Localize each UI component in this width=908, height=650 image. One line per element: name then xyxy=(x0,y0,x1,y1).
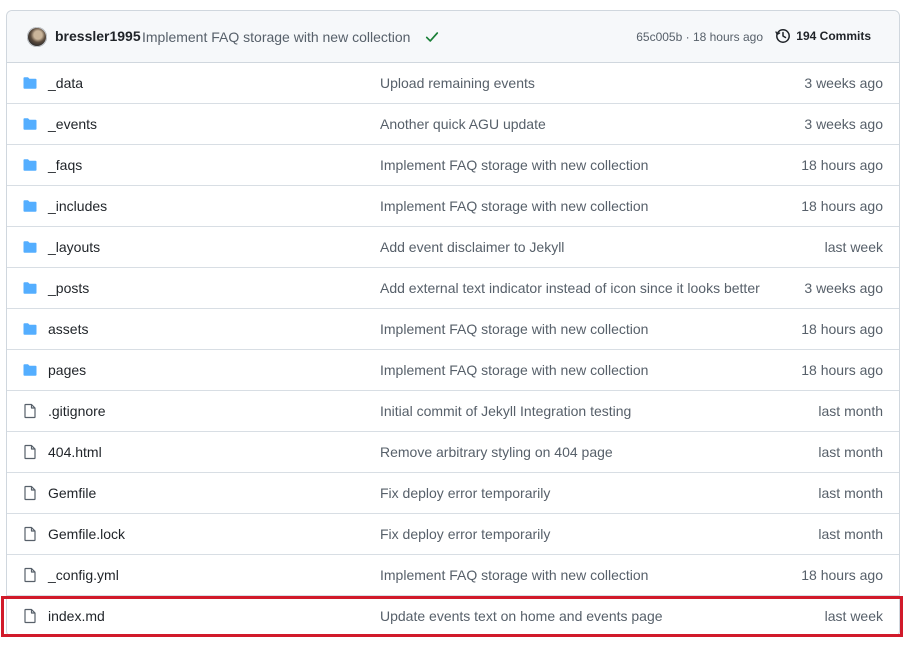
avatar[interactable] xyxy=(27,27,47,47)
file-row[interactable]: _data Upload remaining events 3 weeks ago xyxy=(7,63,899,104)
folder-icon xyxy=(22,116,38,132)
commit-age: 18 hours ago xyxy=(801,157,883,173)
folder-icon xyxy=(22,321,38,337)
commit-age: last month xyxy=(818,485,883,501)
file-row[interactable]: Gemfile Fix deploy error temporarily last … xyxy=(7,473,899,514)
file-icon xyxy=(22,608,38,624)
folder-icon xyxy=(22,362,38,378)
file-name-link[interactable]: _includes xyxy=(48,198,107,214)
commit-age: 3 weeks ago xyxy=(804,75,883,91)
commit-message-link[interactable]: Implement FAQ storage with new collectio… xyxy=(380,321,648,337)
file-row[interactable]: _includes Implement FAQ storage with new … xyxy=(7,186,899,227)
folder-icon xyxy=(22,239,38,255)
commit-age: last month xyxy=(818,444,883,460)
folder-icon xyxy=(22,198,38,214)
file-name-link[interactable]: index.md xyxy=(48,608,105,624)
file-name-link[interactable]: 404.html xyxy=(48,444,102,460)
folder-icon xyxy=(22,75,38,91)
file-icon xyxy=(22,403,38,419)
history-icon xyxy=(775,29,791,43)
file-row[interactable]: assets Implement FAQ storage with new col… xyxy=(7,309,899,350)
file-row[interactable]: Gemfile.lock Fix deploy error temporarily… xyxy=(7,514,899,555)
commit-message-link[interactable]: Fix deploy error temporarily xyxy=(380,485,550,501)
commit-message-link[interactable]: Update events text on home and events pa… xyxy=(380,608,663,624)
file-icon xyxy=(22,526,38,542)
commit-age: last month xyxy=(818,526,883,542)
file-name-link[interactable]: Gemfile xyxy=(48,485,96,501)
file-name-link[interactable]: _faqs xyxy=(48,157,82,173)
commit-hash-time[interactable]: 65c005b · 18 hours ago xyxy=(636,30,763,44)
commit-age: last week xyxy=(824,239,883,255)
commit-message-link[interactable]: Implement FAQ storage with new collectio… xyxy=(380,198,648,214)
file-row[interactable]: _posts Add external text indicator instea… xyxy=(7,268,899,309)
file-name-link[interactable]: assets xyxy=(48,321,88,337)
commit-message-link[interactable]: Implement FAQ storage with new collectio… xyxy=(380,157,648,173)
file-name-link[interactable]: pages xyxy=(48,362,86,378)
file-row[interactable]: index.md Update events text on home and e… xyxy=(7,596,899,637)
folder-icon xyxy=(22,280,38,296)
commit-message-link[interactable]: Another quick AGU update xyxy=(380,116,546,132)
commit-message-link[interactable]: Add event disclaimer to Jekyll xyxy=(380,239,564,255)
commit-message-link[interactable]: Implement FAQ storage with new collectio… xyxy=(380,567,648,583)
commit-age: last week xyxy=(824,608,883,624)
file-icon xyxy=(22,444,38,460)
commit-age: 18 hours ago xyxy=(801,198,883,214)
commit-age: 3 weeks ago xyxy=(804,280,883,296)
file-browser: bressler1995 Implement FAQ storage with … xyxy=(6,10,900,637)
commit-message-link[interactable]: Remove arbitrary styling on 404 page xyxy=(380,444,613,460)
file-name-link[interactable]: _posts xyxy=(48,280,89,296)
latest-commit-bar: bressler1995 Implement FAQ storage with … xyxy=(7,11,899,63)
file-row[interactable]: _faqs Implement FAQ storage with new coll… xyxy=(7,145,899,186)
commit-age: 18 hours ago xyxy=(801,567,883,583)
file-row[interactable]: pages Implement FAQ storage with new coll… xyxy=(7,350,899,391)
latest-commit-message[interactable]: Implement FAQ storage with new collectio… xyxy=(142,29,410,45)
file-row[interactable]: .gitignore Initial commit of Jekyll Integ… xyxy=(7,391,899,432)
commit-author[interactable]: bressler1995 xyxy=(55,28,141,44)
commit-message-link[interactable]: Add external text indicator instead of i… xyxy=(380,280,760,296)
folder-icon xyxy=(22,157,38,173)
file-row[interactable]: 404.html Remove arbitrary styling on 404 … xyxy=(7,432,899,473)
file-name-link[interactable]: .gitignore xyxy=(48,403,106,419)
file-icon xyxy=(22,567,38,583)
commit-message-link[interactable]: Upload remaining events xyxy=(380,75,535,91)
commit-age: 18 hours ago xyxy=(801,362,883,378)
file-icon xyxy=(22,485,38,501)
check-icon[interactable] xyxy=(425,30,439,44)
file-row[interactable]: _layouts Add event disclaimer to Jekyll la… xyxy=(7,227,899,268)
commit-age: 18 hours ago xyxy=(801,321,883,337)
file-name-link[interactable]: _layouts xyxy=(48,239,100,255)
file-name-link[interactable]: _events xyxy=(48,116,97,132)
commits-history-link[interactable]: 194 Commits xyxy=(775,28,871,44)
commit-age: last month xyxy=(818,403,883,419)
file-list: _data Upload remaining events 3 weeks ago _… xyxy=(7,63,899,637)
commit-message-link[interactable]: Fix deploy error temporarily xyxy=(380,526,550,542)
commit-message-link[interactable]: Implement FAQ storage with new collectio… xyxy=(380,362,648,378)
file-name-link[interactable]: _data xyxy=(48,75,83,91)
file-name-link[interactable]: Gemfile.lock xyxy=(48,526,125,542)
commits-count: 194 Commits xyxy=(796,29,871,43)
file-name-link[interactable]: _config.yml xyxy=(48,567,119,583)
file-row[interactable]: _events Another quick AGU update 3 weeks a… xyxy=(7,104,899,145)
file-row[interactable]: _config.yml Implement FAQ storage with ne… xyxy=(7,555,899,596)
commit-message-link[interactable]: Initial commit of Jekyll Integration tes… xyxy=(380,403,631,419)
commit-age: 3 weeks ago xyxy=(804,116,883,132)
